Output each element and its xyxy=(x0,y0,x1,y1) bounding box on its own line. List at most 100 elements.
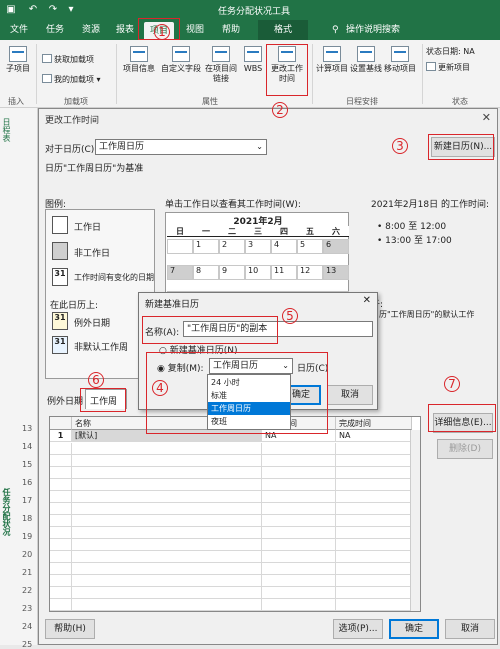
table-cell[interactable] xyxy=(50,527,72,539)
save-icon[interactable]: ▣ xyxy=(4,3,18,17)
table-cell[interactable] xyxy=(50,443,72,455)
move-project-button[interactable]: 移动项目 xyxy=(382,46,418,74)
status-date-button[interactable]: 状态日期: NA xyxy=(426,46,475,57)
table-cell[interactable] xyxy=(336,467,412,479)
table-cell[interactable] xyxy=(50,575,72,587)
table-cell[interactable] xyxy=(336,575,412,587)
cancel-button[interactable]: 取消 xyxy=(445,619,495,639)
table-cell[interactable] xyxy=(262,455,336,467)
table-cell[interactable] xyxy=(72,503,262,515)
table-cell[interactable] xyxy=(50,515,72,527)
calendar-day[interactable]: 13 xyxy=(323,265,349,280)
for-calendar-select[interactable]: 工作周日历 ⌄ xyxy=(95,139,267,155)
table-cell[interactable] xyxy=(50,563,72,575)
table-cell[interactable] xyxy=(72,515,262,527)
set-baseline-button[interactable]: 设置基线 xyxy=(350,46,382,74)
table-row[interactable] xyxy=(50,539,412,551)
table-row[interactable] xyxy=(50,479,412,491)
table-cell[interactable] xyxy=(262,551,336,563)
table-cell[interactable] xyxy=(262,587,336,599)
table-cell[interactable] xyxy=(336,443,412,455)
tab-report[interactable]: 报表 xyxy=(116,23,134,38)
tab-exceptions[interactable]: 例外日期 xyxy=(47,394,83,407)
table-cell[interactable] xyxy=(262,479,336,491)
table-cell[interactable] xyxy=(336,599,412,611)
table-row[interactable] xyxy=(50,515,412,527)
table-cell[interactable] xyxy=(72,587,262,599)
calendar-day[interactable]: 10 xyxy=(245,265,271,280)
calendar-day[interactable]: 5 xyxy=(297,239,323,254)
table-cell[interactable] xyxy=(50,539,72,551)
tab-help[interactable]: 帮助 xyxy=(222,23,240,38)
table-cell[interactable] xyxy=(50,587,72,599)
links-between-projects-button[interactable]: 在项目间链接 xyxy=(204,46,238,84)
subproject-button[interactable]: 子项目 xyxy=(4,46,32,74)
search-box[interactable]: 操作说明搜索 xyxy=(346,23,400,38)
cell-end[interactable]: NA xyxy=(336,430,412,442)
table-cell[interactable] xyxy=(72,527,262,539)
my-addins-button[interactable]: 我的加载项 ▾ xyxy=(42,74,101,85)
table-cell[interactable] xyxy=(336,491,412,503)
table-cell[interactable] xyxy=(72,455,262,467)
table-cell[interactable] xyxy=(50,455,72,467)
table-cell[interactable] xyxy=(72,479,262,491)
table-row[interactable] xyxy=(50,455,412,467)
tab-file[interactable]: 文件 xyxy=(10,23,28,38)
table-cell[interactable] xyxy=(262,443,336,455)
table-cell[interactable] xyxy=(72,575,262,587)
calendar-day[interactable]: 9 xyxy=(219,265,245,280)
table-cell[interactable] xyxy=(262,599,336,611)
close-icon[interactable]: ✕ xyxy=(482,111,491,124)
table-cell[interactable] xyxy=(336,527,412,539)
calendar-day[interactable]: 8 xyxy=(193,265,219,280)
table-row[interactable] xyxy=(50,551,412,563)
table-cell[interactable] xyxy=(262,539,336,551)
table-row[interactable] xyxy=(50,467,412,479)
table-cell[interactable] xyxy=(72,551,262,563)
table-cell[interactable] xyxy=(50,599,72,611)
close-icon[interactable]: ✕ xyxy=(363,295,371,306)
table-cell[interactable] xyxy=(72,443,262,455)
table-cell[interactable] xyxy=(50,491,72,503)
table-cell[interactable] xyxy=(336,563,412,575)
calculate-project-button[interactable]: 计算项目 xyxy=(314,46,350,74)
table-cell[interactable] xyxy=(72,599,262,611)
table-cell[interactable] xyxy=(262,515,336,527)
table-cell[interactable] xyxy=(72,563,262,575)
table-cell[interactable] xyxy=(336,503,412,515)
custom-fields-button[interactable]: 自定义字段 xyxy=(158,46,204,74)
options-button[interactable]: 选项(P)... xyxy=(333,619,383,639)
project-info-button[interactable]: 项目信息 xyxy=(120,46,158,74)
calendar-day[interactable]: 4 xyxy=(271,239,297,254)
table-cell[interactable] xyxy=(336,551,412,563)
table-row[interactable] xyxy=(50,575,412,587)
table-cell[interactable] xyxy=(336,479,412,491)
calendar-day[interactable]: 1 xyxy=(193,239,219,254)
table-cell[interactable] xyxy=(72,539,262,551)
tab-format[interactable]: 格式 xyxy=(258,20,308,40)
ok-button[interactable]: 确定 xyxy=(389,619,439,639)
table-cell[interactable] xyxy=(262,575,336,587)
table-cell[interactable] xyxy=(262,527,336,539)
table-cell[interactable] xyxy=(262,491,336,503)
table-row[interactable] xyxy=(50,443,412,455)
table-row[interactable] xyxy=(50,491,412,503)
subdialog-cancel-button[interactable]: 取消 xyxy=(327,385,373,405)
table-cell[interactable] xyxy=(336,455,412,467)
vertical-scrollbar[interactable] xyxy=(410,430,420,611)
table-cell[interactable] xyxy=(262,503,336,515)
calendar-day[interactable]: 7 xyxy=(167,265,193,280)
table-cell[interactable] xyxy=(72,491,262,503)
calendar-day[interactable]: 12 xyxy=(297,265,323,280)
update-project-button[interactable]: 更新项目 xyxy=(426,62,470,73)
help-button[interactable]: 帮助(H) xyxy=(45,619,95,639)
table-cell[interactable] xyxy=(72,467,262,479)
get-addins-button[interactable]: 获取加载项 xyxy=(42,54,94,65)
table-row[interactable] xyxy=(50,563,412,575)
redo-icon[interactable]: ↷ xyxy=(46,3,60,17)
tab-view[interactable]: 视图 xyxy=(186,23,204,38)
table-cell[interactable] xyxy=(262,563,336,575)
undo-icon[interactable]: ↶ xyxy=(26,3,40,17)
customize-quick-access-icon[interactable]: ▾ xyxy=(64,3,78,17)
calendar-day[interactable]: 6 xyxy=(323,239,349,254)
